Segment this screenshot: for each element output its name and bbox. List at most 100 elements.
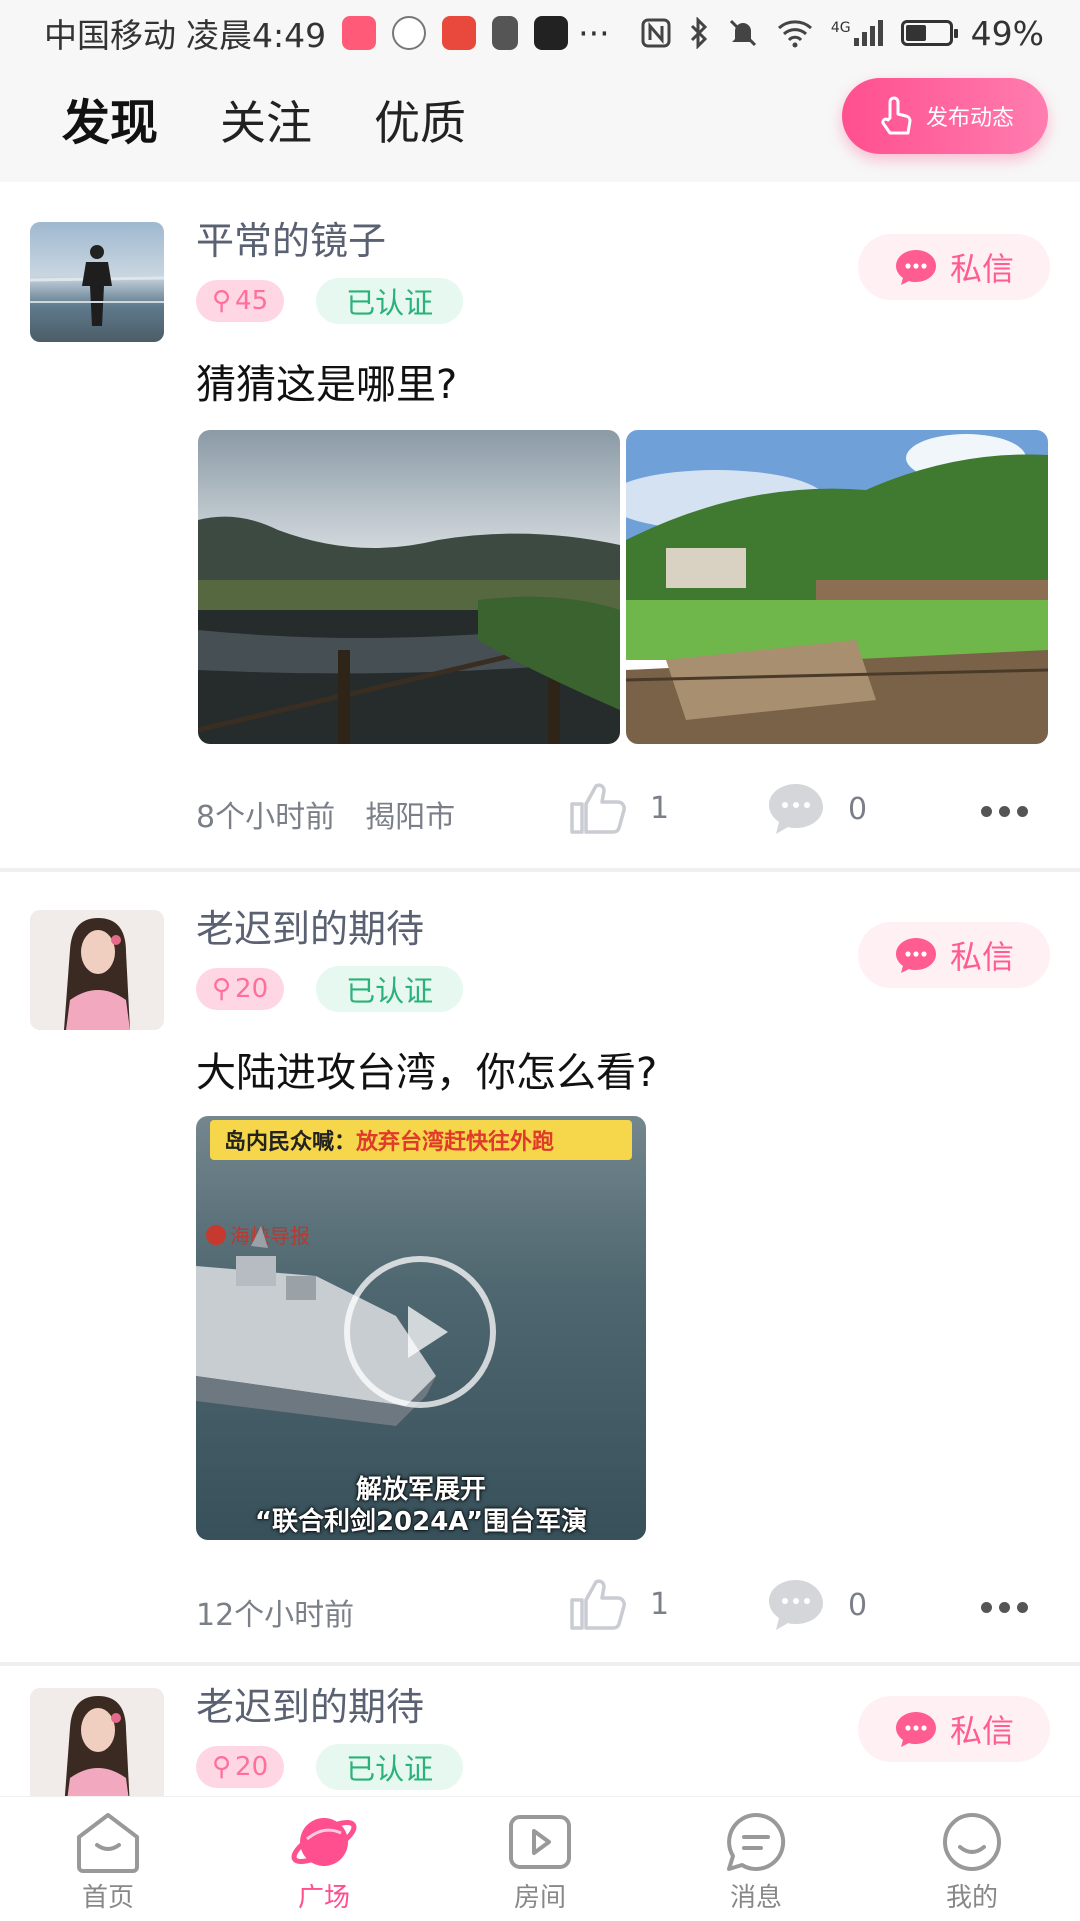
battery-icon bbox=[900, 20, 958, 46]
tab-quality[interactable]: 优质 bbox=[374, 88, 466, 158]
nav-room[interactable]: 房间 bbox=[432, 1797, 648, 1921]
video-caption: 解放军展开 “联合利剑2024A”围台军演 bbox=[196, 1474, 646, 1538]
verified-badge: 已认证 bbox=[316, 1744, 464, 1790]
video-caption-line-2: “联合利剑2024A”围台军演 bbox=[254, 1507, 588, 1537]
comment-count: 0 bbox=[848, 791, 868, 827]
post-feed: 平常的镜子 ⚲ 45 已认证 私信 猜猜这是哪里? 8个小时前 揭阳市 1 0 … bbox=[0, 182, 1080, 1796]
carrier-label: 中国移动 bbox=[44, 16, 176, 55]
more-options-icon[interactable] bbox=[981, 806, 1028, 817]
private-message-label: 私信 bbox=[949, 1712, 1014, 1750]
like-button[interactable]: 1 bbox=[568, 780, 669, 836]
post-card: 老迟到的期待 ⚲ 20 已认证 私信 大陆进攻台湾，你怎么看? 岛内民众喊： 放… bbox=[0, 872, 1080, 1662]
thumbs-up-icon bbox=[570, 1579, 626, 1630]
video-banner-label: 岛内民众喊： bbox=[224, 1130, 357, 1155]
user-badges: ⚲ 20 已认证 bbox=[196, 966, 464, 1012]
post-time: 8个小时前 bbox=[196, 800, 336, 835]
post-photo-lake[interactable] bbox=[198, 430, 620, 744]
tab-discover[interactable]: 发现 bbox=[62, 88, 158, 158]
level-badge: ⚲ 20 bbox=[196, 1746, 285, 1788]
home-icon bbox=[77, 1813, 139, 1873]
private-message-button[interactable]: 私信 bbox=[858, 1696, 1050, 1762]
user-badges: ⚲ 45 已认证 bbox=[196, 278, 464, 324]
private-message-label: 私信 bbox=[949, 250, 1014, 288]
video-caption-line-1: 解放军展开 bbox=[355, 1475, 486, 1505]
publish-post-button[interactable]: 发布动态 bbox=[842, 78, 1048, 154]
status-bar: 中国移动 凌晨4:49 ··· 4G 49% bbox=[0, 0, 1080, 66]
level-value: 20 bbox=[235, 1752, 269, 1782]
bluetooth-icon bbox=[690, 17, 707, 49]
level-value: 20 bbox=[235, 974, 269, 1004]
female-symbol-icon: ⚲ bbox=[212, 286, 232, 316]
like-count: 1 bbox=[650, 1586, 670, 1622]
nav-room-label: 房间 bbox=[513, 1883, 566, 1913]
app-notification-icon bbox=[342, 16, 377, 50]
like-button[interactable]: 1 bbox=[568, 1576, 669, 1632]
video-banner-highlight: 放弃台湾赶快往外跑 bbox=[356, 1130, 555, 1155]
bottom-navigation: 首页 广场 房间 消息 我的 bbox=[0, 1796, 1080, 1921]
video-play-icon[interactable] bbox=[344, 1256, 496, 1408]
level-value: 45 bbox=[235, 286, 269, 316]
chat-bubble-icon bbox=[895, 1712, 936, 1747]
smile-profile-icon bbox=[943, 1813, 1001, 1871]
comment-count: 0 bbox=[848, 1587, 868, 1623]
private-message-button[interactable]: 私信 bbox=[858, 234, 1050, 300]
post-video-thumbnail[interactable]: 岛内民众喊： 放弃台湾赶快往外跑 海峡导报 解放军展开 “联合利剑2024A”围… bbox=[196, 1116, 646, 1540]
nickname[interactable]: 老迟到的期待 bbox=[196, 898, 424, 953]
nfc-icon bbox=[641, 18, 671, 48]
private-message-button[interactable]: 私信 bbox=[858, 922, 1050, 988]
post-meta: 12个小时前 bbox=[196, 1590, 354, 1634]
nav-home-label: 首页 bbox=[81, 1883, 134, 1913]
comment-bubble-icon bbox=[769, 784, 823, 834]
nickname[interactable]: 老迟到的期待 bbox=[196, 1676, 424, 1731]
post-location: 揭阳市 bbox=[365, 800, 456, 835]
post-text: 猜猜这是哪里? bbox=[196, 362, 458, 408]
post-photo-pier[interactable] bbox=[626, 430, 1048, 744]
huawei-store-icon bbox=[442, 16, 477, 50]
nav-messages[interactable]: 消息 bbox=[648, 1797, 864, 1921]
comment-button[interactable]: 0 bbox=[766, 1578, 867, 1632]
comment-bubble-icon bbox=[769, 1580, 823, 1630]
nickname[interactable]: 平常的镜子 bbox=[196, 210, 386, 265]
avatar[interactable] bbox=[30, 910, 164, 1030]
nav-home[interactable]: 首页 bbox=[0, 1797, 216, 1921]
chat-bubble-icon bbox=[895, 938, 936, 973]
mute-bell-icon bbox=[729, 19, 756, 47]
post-card: 平常的镜子 ⚲ 45 已认证 私信 猜猜这是哪里? 8个小时前 揭阳市 1 0 bbox=[0, 182, 1080, 868]
nav-profile-label: 我的 bbox=[945, 1883, 998, 1913]
post-time: 12个小时前 bbox=[196, 1598, 355, 1633]
nav-profile[interactable]: 我的 bbox=[864, 1797, 1080, 1921]
alert-icon bbox=[492, 16, 519, 50]
more-notifications-icon: ··· bbox=[578, 13, 610, 53]
verified-badge: 已认证 bbox=[316, 966, 464, 1012]
signal-icon: 4G bbox=[831, 20, 883, 46]
more-options-icon[interactable] bbox=[981, 1602, 1028, 1613]
video-top-banner: 岛内民众喊： 放弃台湾赶快往外跑 bbox=[210, 1120, 632, 1160]
post-meta: 8个小时前 揭阳市 bbox=[196, 792, 455, 836]
verified-badge: 已认证 bbox=[316, 278, 464, 324]
user-badges: ⚲ 20 已认证 bbox=[196, 1744, 464, 1790]
nav-messages-label: 消息 bbox=[729, 1883, 782, 1913]
publish-post-label: 发布动态 bbox=[925, 106, 1014, 131]
comment-button[interactable]: 0 bbox=[766, 782, 867, 836]
thumbs-up-icon bbox=[570, 783, 626, 834]
soul-app-icon bbox=[534, 16, 569, 50]
video-room-icon bbox=[509, 1815, 571, 1869]
level-badge: ⚲ 45 bbox=[196, 280, 285, 322]
planet-icon bbox=[291, 1818, 357, 1866]
post-card: 老迟到的期待 ⚲ 20 已认证 私信 bbox=[0, 1666, 1080, 1796]
header: 发现 关注 优质 发布动态 bbox=[0, 66, 1080, 182]
clock: 凌晨4:49 bbox=[186, 16, 327, 55]
wifi-icon bbox=[777, 20, 812, 48]
tab-following[interactable]: 关注 bbox=[220, 88, 312, 158]
nav-square[interactable]: 广场 bbox=[216, 1797, 432, 1921]
avatar[interactable] bbox=[30, 1688, 164, 1796]
battery-percent: 49% bbox=[970, 13, 1044, 53]
private-message-label: 私信 bbox=[949, 938, 1014, 976]
network-type: 4G bbox=[830, 20, 851, 36]
avatar[interactable] bbox=[30, 222, 164, 342]
chat-bubble-icon bbox=[895, 250, 936, 285]
wechat-icon bbox=[392, 16, 427, 50]
feed-tabs: 发现 关注 优质 bbox=[62, 88, 466, 158]
tap-hand-icon bbox=[881, 96, 912, 135]
battery-level bbox=[905, 25, 927, 41]
